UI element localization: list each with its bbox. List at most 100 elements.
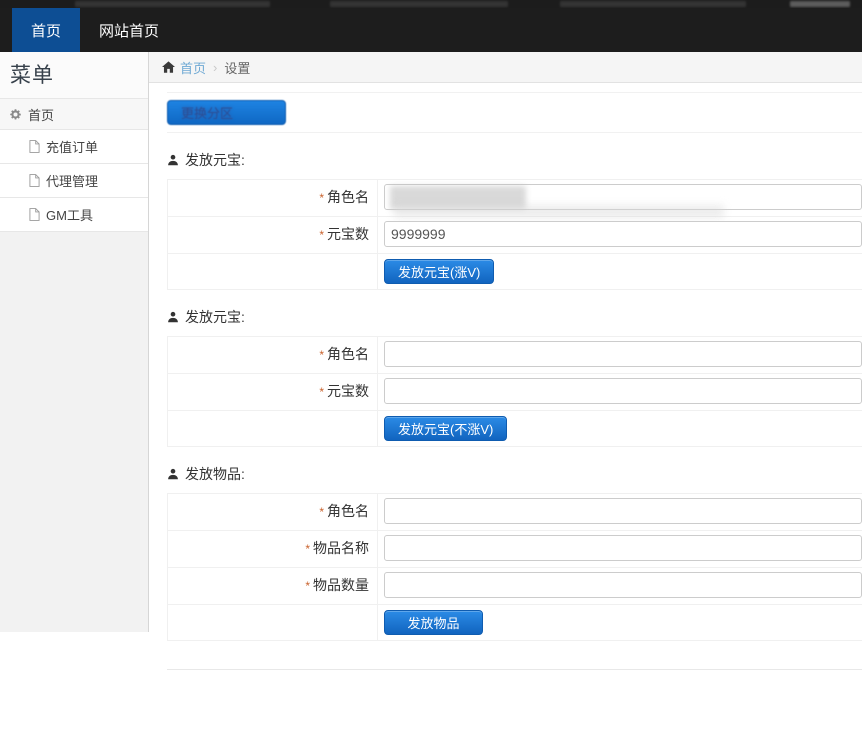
form-table: *角色名*物品名称*物品数量发放物品 <box>167 493 862 641</box>
field-label: 元宝数 <box>327 383 369 399</box>
button-cell: 发放元宝(涨V) <box>378 254 862 289</box>
tab-website-home[interactable]: 网站首页 <box>80 8 178 52</box>
section-title: 发放元宝: <box>185 150 245 170</box>
section-title: 发放物品: <box>185 464 245 484</box>
form-sections: 发放元宝:*角色名*元宝数发放元宝(涨V)发放元宝:*角色名*元宝数发放元宝(不… <box>167 150 862 641</box>
yuanbao-amount-input[interactable] <box>384 221 862 247</box>
field-label: 角色名 <box>327 503 369 519</box>
field-input-cell <box>378 217 862 253</box>
section-header: 发放物品: <box>167 464 862 484</box>
field-label-cell: *角色名 <box>168 180 378 216</box>
form-button-row: 发放物品 <box>168 605 862 640</box>
change-zone-button[interactable]: 更换分区 <box>167 100 286 125</box>
form-button-row: 发放元宝(涨V) <box>168 254 862 289</box>
form-row: *元宝数 <box>168 217 862 254</box>
required-asterisk: * <box>305 579 310 593</box>
form-row: *角色名 <box>168 180 862 217</box>
field-input-cell <box>378 180 862 216</box>
field-input-cell <box>378 374 862 410</box>
required-asterisk: * <box>319 191 324 205</box>
field-label-cell: *角色名 <box>168 337 378 373</box>
field-label-cell: *物品数量 <box>168 568 378 604</box>
item-name-input[interactable] <box>384 535 862 561</box>
blurred-fragment <box>75 1 270 7</box>
required-asterisk: * <box>319 505 324 519</box>
top-tabbar: 首页 网站首页 <box>0 8 862 52</box>
bottom-divider <box>167 669 862 670</box>
gear-icon <box>9 108 22 121</box>
sidebar-item-label: 充值订单 <box>46 137 98 156</box>
top-cutoff-strip <box>0 0 862 8</box>
grant-yuanbao-novip-button[interactable]: 发放元宝(不涨V) <box>384 416 507 441</box>
required-asterisk: * <box>319 348 324 362</box>
grant-item-button[interactable]: 发放物品 <box>384 610 483 635</box>
field-label: 元宝数 <box>327 226 369 242</box>
section-header: 发放元宝: <box>167 307 862 327</box>
item-quantity-input[interactable] <box>384 572 862 598</box>
sidebar-item-3[interactable]: GM工具 <box>0 197 148 231</box>
field-label-cell: *元宝数 <box>168 374 378 410</box>
file-icon <box>29 208 40 221</box>
content-area: 更换分区 发放元宝:*角色名*元宝数发放元宝(涨V)发放元宝:*角色名*元宝数发… <box>149 83 862 670</box>
blurred-fragment <box>560 1 746 7</box>
blurred-fragment <box>790 1 850 7</box>
field-input-cell <box>378 531 862 567</box>
breadcrumb: 首页 › 设置 <box>149 52 862 83</box>
sidebar-menu: 首页充值订单代理管理 GM工具 <box>0 98 148 231</box>
sidebar: 菜单 首页充值订单代理管理 GM工具 <box>0 52 149 632</box>
zone-panel: 更换分区 <box>167 92 862 133</box>
button-cell: 发放元宝(不涨V) <box>378 411 862 446</box>
empty-label-cell <box>168 254 378 289</box>
button-cell: 发放物品 <box>378 605 862 640</box>
field-input-cell <box>378 337 862 373</box>
sidebar-item-label: GM工具 <box>46 205 93 224</box>
form-row: *角色名 <box>168 494 862 531</box>
field-input-cell <box>378 494 862 530</box>
sidebar-title: 菜单 <box>0 52 148 98</box>
sidebar-item-label: 代理管理 <box>46 171 98 190</box>
form-row: *物品数量 <box>168 568 862 605</box>
breadcrumb-separator: › <box>213 60 217 75</box>
field-label: 物品名称 <box>313 540 369 556</box>
file-icon <box>29 174 40 187</box>
person-icon <box>167 468 179 480</box>
section-title: 发放元宝: <box>185 307 245 327</box>
sidebar-filler <box>0 231 148 632</box>
tab-home[interactable]: 首页 <box>12 8 80 52</box>
sidebar-item-1[interactable]: 充值订单 <box>0 129 148 163</box>
field-label-cell: *角色名 <box>168 494 378 530</box>
home-icon <box>162 61 175 73</box>
sidebar-item-label: 首页 <box>28 105 54 124</box>
field-label-cell: *元宝数 <box>168 217 378 253</box>
field-label: 角色名 <box>327 346 369 362</box>
empty-label-cell <box>168 605 378 640</box>
form-table: *角色名*元宝数发放元宝(不涨V) <box>167 336 862 447</box>
person-icon <box>167 311 179 323</box>
field-input-cell <box>378 568 862 604</box>
form-button-row: 发放元宝(不涨V) <box>168 411 862 446</box>
form-row: *元宝数 <box>168 374 862 411</box>
form-table: *角色名*元宝数发放元宝(涨V) <box>167 179 862 290</box>
main-panel: 首页 › 设置 更换分区 发放元宝:*角色名*元宝数发放元宝(涨V)发放元宝:*… <box>149 52 862 742</box>
form-row: *角色名 <box>168 337 862 374</box>
blurred-fragment <box>330 1 508 7</box>
field-label: 物品数量 <box>313 577 369 593</box>
role-name-input[interactable] <box>384 341 862 367</box>
role-name-input[interactable] <box>384 498 862 524</box>
role-name-input[interactable] <box>384 184 862 210</box>
file-icon <box>29 140 40 153</box>
breadcrumb-current: 设置 <box>224 58 250 77</box>
field-label: 角色名 <box>327 189 369 205</box>
sidebar-item-home[interactable]: 首页 <box>0 98 148 129</box>
empty-label-cell <box>168 411 378 446</box>
person-icon <box>167 154 179 166</box>
required-asterisk: * <box>319 385 324 399</box>
sidebar-item-2[interactable]: 代理管理 <box>0 163 148 197</box>
section-header: 发放元宝: <box>167 150 862 170</box>
breadcrumb-home-link[interactable]: 首页 <box>180 58 206 77</box>
required-asterisk: * <box>319 228 324 242</box>
yuanbao-amount-input[interactable] <box>384 378 862 404</box>
required-asterisk: * <box>305 542 310 556</box>
grant-yuanbao-vip-button[interactable]: 发放元宝(涨V) <box>384 259 494 284</box>
form-row: *物品名称 <box>168 531 862 568</box>
